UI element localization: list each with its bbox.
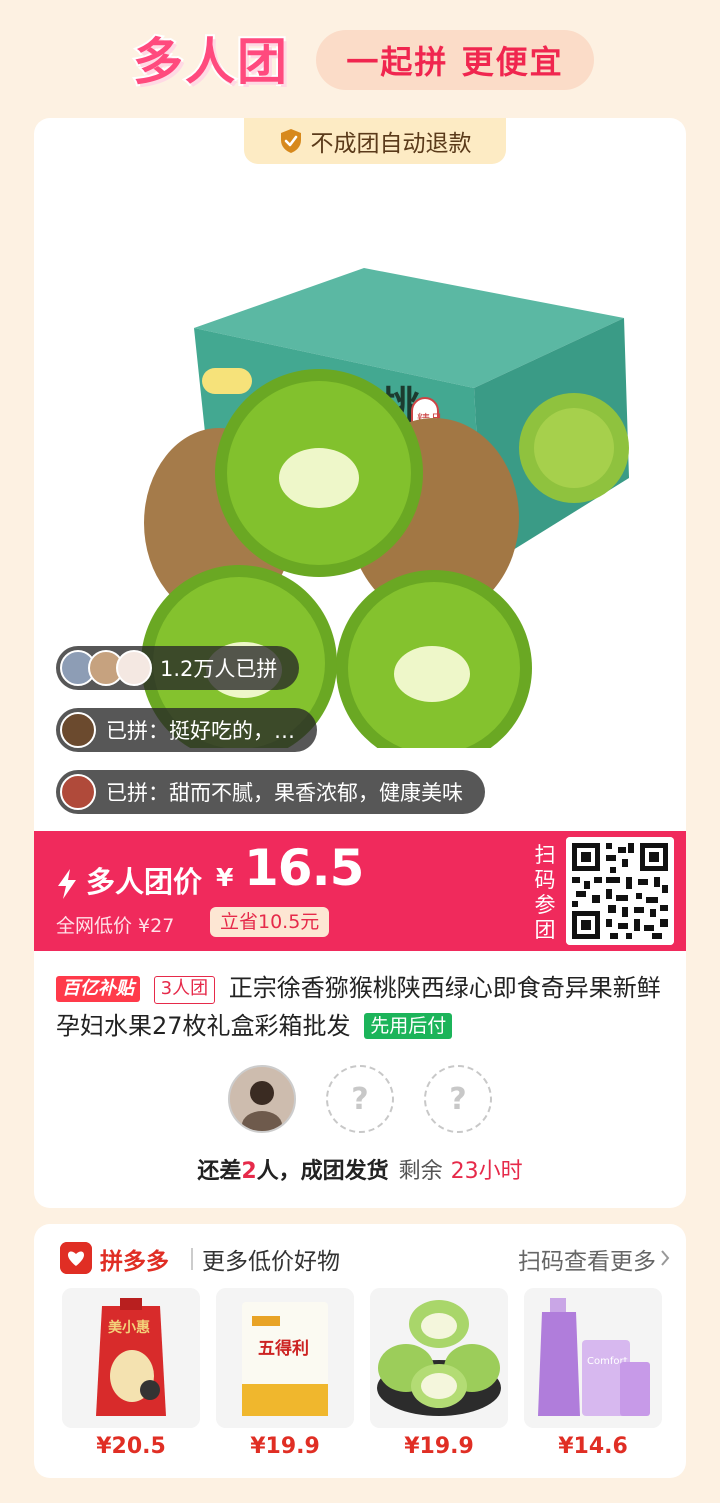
group-status: 还差2人，成团发货 剩余 23小时 [34, 1153, 686, 1185]
remain-time: 23小时 [450, 1159, 523, 1184]
review-text: 已拼：甜而不腻，果香浓郁，健康美味 [106, 781, 463, 805]
slogan-pill: 一起拼 更便宜 [316, 30, 594, 90]
pay-later-tag: 先用后付 [364, 1013, 453, 1039]
qr-code[interactable] [566, 837, 674, 945]
recommend-price: ¥19.9 [250, 1434, 320, 1459]
softener-bottle-image: Comfort [524, 1288, 662, 1428]
joined-count-text: 1.2万人已拼 [160, 657, 278, 681]
price-currency: ¥ [216, 863, 234, 892]
avatar [116, 650, 152, 686]
avatar [60, 712, 96, 748]
need-prefix: 还差 [197, 1159, 242, 1184]
recommend-price: ¥20.5 [96, 1434, 166, 1459]
review-text: 已拼：挺好吃的，… [106, 719, 295, 743]
group-price-label: 多人团价 [86, 865, 203, 899]
brand-title: 多人团 [131, 31, 289, 93]
scan-more-link[interactable]: 扫码查看更多 [518, 1242, 656, 1276]
recommend-price: ¥19.9 [404, 1434, 474, 1459]
refund-badge-text: 不成团自动退款 [310, 131, 472, 157]
recommend-subtitle: 更多低价好物 [202, 1249, 340, 1275]
empty-slot[interactable]: ? [424, 1065, 492, 1133]
need-count: 2 [241, 1159, 257, 1184]
review-pill: 已拼：挺好吃的，… [56, 708, 317, 752]
scan-label: 扫码参团 [534, 843, 556, 942]
recommend-card: 拼多多 更多低价好物 扫码查看更多 美小惠 ¥20.5 五得利 ¥19.9 ¥1… [34, 1224, 686, 1478]
lightning-icon [58, 869, 76, 899]
pinduoduo-logo-icon [60, 1242, 92, 1274]
recommend-item-softener[interactable]: Comfort [524, 1288, 662, 1428]
brand-logo: 多人团 [120, 22, 302, 94]
scan-to-join[interactable]: 扫码参团 [510, 831, 686, 951]
group-price-value: 16.5 [244, 839, 364, 897]
kiwi-slice-top [215, 369, 423, 577]
empty-slot[interactable]: ? [326, 1065, 394, 1133]
joined-count-pill: 1.2万人已拼 [56, 646, 300, 690]
joined-avatars [60, 650, 152, 686]
shield-check-icon [280, 129, 301, 153]
recommend-price: ¥14.6 [558, 1434, 628, 1459]
flour-bag-image: 五得利 [216, 1288, 354, 1428]
rice-bag-image: 美小惠 [62, 1288, 200, 1428]
subsidy-tag: 百亿补贴 [56, 976, 140, 1002]
header: 多人团 一起拼 更便宜 [0, 0, 720, 118]
group-leader-avatar [228, 1065, 296, 1133]
kiwi-slice-right [336, 570, 532, 748]
divider [191, 1248, 193, 1270]
group-size-tag: 3人团 [153, 976, 216, 1004]
page: 多人团 一起拼 更便宜 不成团自动退款 猕猴桃 精品 [0, 0, 720, 1503]
need-suffix: 人，成团发货 [256, 1159, 389, 1184]
recommend-item-flour[interactable]: 五得利 [216, 1288, 354, 1428]
save-tag: 立省10.5元 [210, 907, 330, 937]
rice-pkg-text: 美小惠 [108, 1319, 150, 1336]
original-price: 全网低价 ¥27 [56, 915, 175, 937]
avatar [60, 774, 96, 810]
guava-image [370, 1288, 508, 1428]
app-name: 拼多多 [100, 1249, 169, 1275]
remain-label: 剩余 [398, 1159, 443, 1184]
group-buy-card[interactable]: 不成团自动退款 猕猴桃 精品 [34, 118, 686, 1208]
flour-pkg-text: 五得利 [258, 1338, 309, 1359]
price-bar: 多人团价 ¥ 16.5 全网低价 ¥27 立省10.5元 扫码参团 [34, 831, 686, 951]
chevron-right-icon[interactable] [660, 1250, 670, 1266]
product-title: 正宗徐香猕猴桃陕西绿心即食奇异果新鲜孕妇水果27枚礼盒彩箱批发 [56, 974, 661, 1040]
person-icon [230, 1067, 294, 1131]
review-pill: 已拼：甜而不腻，果香浓郁，健康美味 [56, 770, 485, 814]
recommend-item-rice[interactable]: 美小惠 [62, 1288, 200, 1428]
product-title-block[interactable]: 百亿补贴 3人团 正宗徐香猕猴桃陕西绿心即食奇异果新鲜孕妇水果27枚礼盒彩箱批发… [56, 969, 668, 1045]
refund-badge: 不成团自动退款 [244, 118, 506, 164]
recommend-item-guava[interactable] [370, 1288, 508, 1428]
